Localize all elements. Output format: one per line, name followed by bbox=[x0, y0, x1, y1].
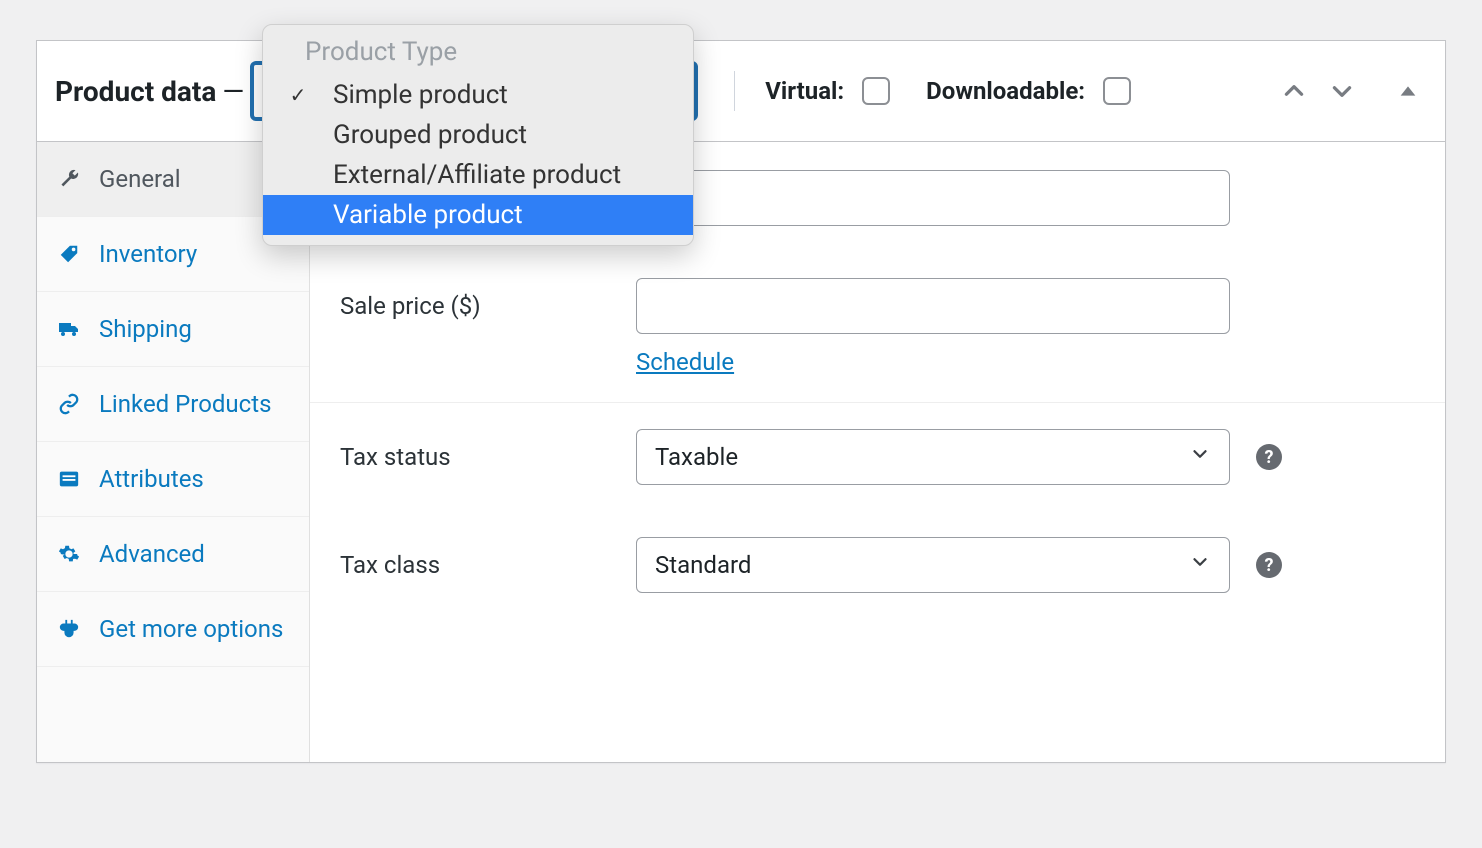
tab-label: Linked Products bbox=[99, 389, 289, 419]
metabox-header: Product data — Virtual: Downloadable: bbox=[37, 41, 1445, 142]
truck-icon bbox=[57, 317, 81, 341]
check-icon: ✓ bbox=[263, 83, 333, 107]
dropdown-group-label: Product Type bbox=[263, 25, 693, 75]
dropdown-option-variable[interactable]: Variable product bbox=[263, 195, 693, 235]
help-icon[interactable]: ? bbox=[1256, 444, 1282, 470]
header-divider bbox=[734, 71, 735, 111]
tax-class-label: Tax class bbox=[340, 551, 636, 579]
tax-status-row: Tax status Taxable ? bbox=[310, 403, 1445, 511]
tab-advanced[interactable]: Advanced bbox=[37, 517, 309, 592]
metabox-title: Product data bbox=[55, 75, 216, 108]
sale-price-label: Sale price ($) bbox=[340, 278, 636, 320]
dropdown-option-simple[interactable]: ✓ Simple product bbox=[263, 75, 693, 115]
tax-status-value: Taxable bbox=[655, 443, 738, 471]
product-data-metabox: Product data — Virtual: Downloadable: bbox=[36, 40, 1446, 763]
collapse-icon[interactable] bbox=[1397, 80, 1419, 102]
dropdown-option-label: External/Affiliate product bbox=[333, 160, 621, 190]
tax-class-value: Standard bbox=[655, 551, 751, 579]
move-down-icon[interactable] bbox=[1329, 78, 1355, 104]
virtual-checkbox[interactable] bbox=[862, 77, 890, 105]
dropdown-option-label: Variable product bbox=[333, 200, 523, 230]
dropdown-option-external[interactable]: External/Affiliate product bbox=[263, 155, 693, 195]
virtual-toggle[interactable]: Virtual: bbox=[765, 77, 890, 105]
list-icon bbox=[57, 468, 81, 490]
tab-label: Attributes bbox=[99, 464, 289, 494]
downloadable-checkbox[interactable] bbox=[1103, 77, 1131, 105]
schedule-link[interactable]: Schedule bbox=[636, 348, 734, 376]
virtual-label: Virtual: bbox=[765, 77, 844, 105]
tax-class-row: Tax class Standard ? bbox=[310, 511, 1445, 619]
dropdown-option-label: Grouped product bbox=[333, 120, 527, 150]
downloadable-toggle[interactable]: Downloadable: bbox=[926, 77, 1131, 105]
downloadable-label: Downloadable: bbox=[926, 77, 1085, 105]
plug-icon bbox=[57, 618, 81, 640]
tab-linked-products[interactable]: Linked Products bbox=[37, 367, 309, 442]
tab-get-more-options[interactable]: Get more options bbox=[37, 592, 309, 667]
tax-status-label: Tax status bbox=[340, 443, 636, 471]
tab-label: Shipping bbox=[99, 314, 289, 344]
dropdown-option-label: Simple product bbox=[333, 80, 508, 110]
title-dash: — bbox=[216, 75, 250, 108]
tag-icon bbox=[57, 243, 81, 265]
move-up-icon[interactable] bbox=[1281, 78, 1307, 104]
chevron-down-icon bbox=[1189, 551, 1211, 579]
chevron-down-icon bbox=[1189, 443, 1211, 471]
tab-label: Inventory bbox=[99, 239, 289, 269]
help-icon[interactable]: ? bbox=[1256, 552, 1282, 578]
tab-shipping[interactable]: Shipping bbox=[37, 292, 309, 367]
tax-class-select[interactable]: Standard bbox=[636, 537, 1230, 593]
tab-attributes[interactable]: Attributes bbox=[37, 442, 309, 517]
wrench-icon bbox=[57, 168, 81, 190]
metabox-actions bbox=[1281, 78, 1419, 104]
sale-price-input[interactable] bbox=[636, 278, 1230, 334]
sale-price-row: Sale price ($) Schedule bbox=[310, 252, 1445, 403]
regular-price-input[interactable] bbox=[636, 170, 1230, 226]
gear-icon bbox=[57, 543, 81, 565]
dropdown-option-grouped[interactable]: Grouped product bbox=[263, 115, 693, 155]
tab-label: Advanced bbox=[99, 539, 289, 569]
tab-label: General bbox=[99, 164, 289, 194]
tax-status-select[interactable]: Taxable bbox=[636, 429, 1230, 485]
product-type-dropdown[interactable]: Product Type ✓ Simple product Grouped pr… bbox=[262, 24, 694, 246]
link-icon bbox=[57, 393, 81, 415]
tab-label: Get more options bbox=[99, 614, 289, 644]
